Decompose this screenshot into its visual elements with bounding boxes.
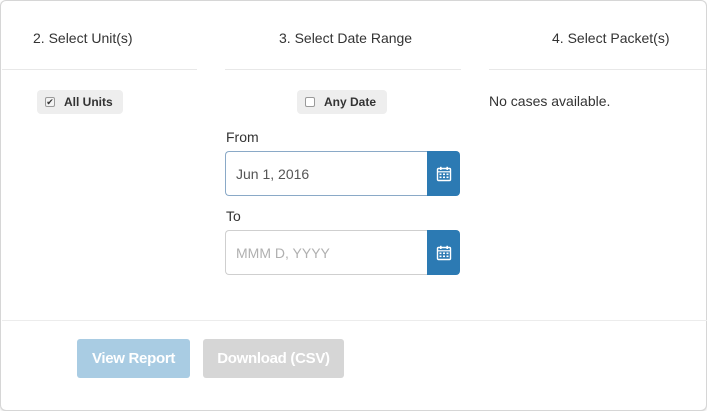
all-units-label: All Units [64,95,113,109]
all-units-checkbox[interactable]: ✔ All Units [37,90,123,114]
report-panel: 2. Select Unit(s) 3. Select Date Range 4… [0,0,707,411]
header-divider [225,69,461,70]
checkbox-box[interactable] [305,97,315,107]
to-label: To [226,208,241,224]
any-date-checkbox[interactable]: Any Date [297,90,387,114]
from-date-group [225,151,460,196]
any-date-label: Any Date [324,95,377,109]
calendar-icon [436,166,451,181]
checkmark-icon[interactable]: ✔ [45,97,55,107]
to-date-group [225,230,460,275]
from-date-input[interactable] [225,151,427,196]
to-date-input[interactable] [225,230,427,275]
calendar-icon [436,245,451,260]
from-calendar-button[interactable] [427,151,460,196]
header-divider [2,69,197,70]
from-label: From [226,129,259,145]
no-cases-message: No cases available. [489,93,611,109]
footer-divider [2,320,707,321]
to-calendar-button[interactable] [427,230,460,275]
select-units-header: 2. Select Unit(s) [33,30,133,46]
select-packets-header: 4. Select Packet(s) [552,30,670,46]
select-date-range-header: 3. Select Date Range [279,30,413,46]
download-csv-button[interactable]: Download (CSV) [203,339,344,378]
header-divider [489,69,706,70]
view-report-button[interactable]: View Report [77,339,190,378]
